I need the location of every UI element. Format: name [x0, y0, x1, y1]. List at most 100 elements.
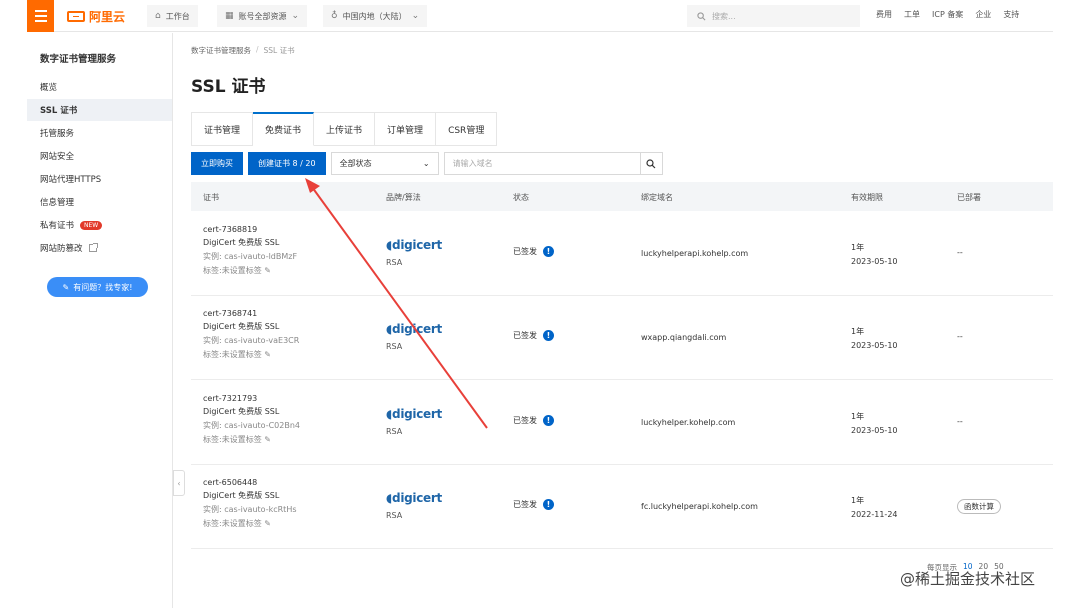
- region-dropdown[interactable]: ♁ 中国内地（大陆） ⌄: [323, 5, 428, 27]
- info-icon[interactable]: !: [543, 330, 554, 341]
- account-resources-label: 账号全部资源: [238, 11, 287, 21]
- chevron-down-icon: ⌄: [411, 11, 420, 21]
- deployed-cell: 函数计算: [957, 499, 1001, 514]
- breadcrumb-item[interactable]: 数字证书管理服务: [191, 45, 251, 56]
- cert-id[interactable]: cert-7368741: [203, 309, 299, 318]
- brand-name: digicert: [392, 238, 442, 252]
- sidebar-item-overview[interactable]: 概览: [27, 76, 172, 98]
- search-icon: [646, 158, 656, 168]
- ask-expert-button[interactable]: ✎ 有问题？找专家!: [47, 277, 148, 297]
- tab-free-cert[interactable]: 免费证书: [253, 112, 315, 146]
- status-cell: 已签发 !: [513, 246, 554, 257]
- cert-id[interactable]: cert-7368819: [203, 225, 297, 234]
- digicert-logo: ◖digicert: [386, 238, 442, 252]
- status-select[interactable]: 全部状态 ⌄: [330, 152, 439, 175]
- sidebar-item-label: 网站防篡改: [40, 244, 83, 254]
- menu-icon[interactable]: [27, 0, 54, 32]
- tab-order-management[interactable]: 订单管理: [375, 112, 437, 146]
- sidebar-item-label: 私有证书: [40, 221, 75, 231]
- col-header-validity: 有效期限: [851, 193, 883, 202]
- sidebar-item-info[interactable]: 信息管理: [27, 191, 172, 213]
- deployed-value: --: [957, 417, 963, 426]
- sidebar-item-label: 网站安全: [40, 152, 75, 162]
- info-icon[interactable]: !: [543, 499, 554, 510]
- search-placeholder: 搜索...: [712, 11, 736, 21]
- link-tickets[interactable]: 工单: [904, 9, 920, 20]
- sidebar-item-ssl-cert[interactable]: SSL 证书: [27, 99, 172, 121]
- cert-tag[interactable]: 标签:未设置标签 ✎: [203, 265, 297, 276]
- digicert-logo: ◖digicert: [386, 491, 442, 505]
- cert-instance: 实例: cas-ivauto-kcRtHs: [203, 505, 297, 514]
- algorithm: RSA: [386, 258, 403, 267]
- cert-cell: cert-7321793 DigiCert 免费版 SSL 实例: cas-iv…: [203, 394, 300, 445]
- deployed-tag[interactable]: 函数计算: [957, 499, 1001, 514]
- edit-icon[interactable]: ✎: [264, 266, 271, 275]
- domain-cell: fc.luckyhelperapi.kohelp.com: [641, 502, 758, 511]
- cert-tag[interactable]: 标签:未设置标签 ✎: [203, 434, 300, 445]
- edit-icon[interactable]: ✎: [264, 435, 271, 444]
- domain-search-button[interactable]: [640, 152, 663, 175]
- link-enterprise[interactable]: 企业: [975, 9, 991, 20]
- domain-cell: luckyhelper.kohelp.com: [641, 418, 736, 427]
- cert-id[interactable]: cert-6506448: [203, 478, 297, 487]
- top-links: 费用 工单 ICP 备案 企业 支持: [876, 9, 1019, 20]
- link-billing[interactable]: 费用: [876, 9, 892, 20]
- domain-cell: wxapp.qiangdali.com: [641, 333, 727, 342]
- info-icon[interactable]: !: [543, 415, 554, 426]
- chevron-down-icon: ⌄: [291, 11, 300, 21]
- cert-tag-label: 标签:未设置标签: [203, 435, 262, 444]
- status-text: 已签发: [513, 247, 537, 256]
- search-icon: [697, 11, 706, 20]
- sidebar-item-private-cert[interactable]: 私有证书 NEW: [27, 214, 172, 236]
- domain-cell: luckyhelperapi.kohelp.com: [641, 249, 749, 258]
- col-header-domain: 绑定域名: [641, 193, 673, 202]
- cert-id[interactable]: cert-7321793: [203, 394, 300, 403]
- cert-tag[interactable]: 标签:未设置标签 ✎: [203, 349, 299, 360]
- account-resources-dropdown[interactable]: ▦ 账号全部资源 ⌄: [217, 5, 308, 27]
- aliyun-logo[interactable]: 阿里云: [67, 8, 125, 25]
- tab-cert-management[interactable]: 证书管理: [191, 112, 254, 146]
- tab-upload-cert[interactable]: 上传证书: [314, 112, 376, 146]
- sidebar-item-anti-tamper[interactable]: 网站防篡改: [27, 237, 172, 259]
- status-cell: 已签发 !: [513, 415, 554, 426]
- sidebar-item-site-security[interactable]: 网站安全: [27, 145, 172, 167]
- deployed-cell: --: [957, 332, 963, 341]
- cert-tag[interactable]: 标签:未设置标签 ✎: [203, 518, 297, 529]
- table-row: cert-7368741 DigiCert 免费版 SSL 实例: cas-iv…: [191, 296, 1053, 380]
- global-search-input[interactable]: 搜索...: [687, 5, 860, 27]
- cert-tag-label: 标签:未设置标签: [203, 519, 262, 528]
- create-cert-button[interactable]: 创建证书 8 / 20: [248, 152, 326, 175]
- tab-bar: 证书管理 免费证书 上传证书 订单管理 CSR管理: [191, 112, 498, 146]
- col-header-status: 状态: [513, 193, 529, 202]
- sidebar-item-https-proxy[interactable]: 网站代理HTTPS: [27, 168, 172, 190]
- sidebar: 数字证书管理服务 概览 SSL 证书 托管服务 网站安全 网站代理HTTPS 信…: [27, 33, 173, 608]
- link-support[interactable]: 支持: [1003, 9, 1019, 20]
- workbench-label: 工作台: [165, 11, 190, 21]
- tab-csr-management[interactable]: CSR管理: [436, 112, 498, 146]
- domain-search-input[interactable]: 请输入域名: [443, 152, 641, 175]
- link-icp[interactable]: ICP 备案: [932, 9, 963, 20]
- digicert-logo: ◖digicert: [386, 322, 442, 336]
- collapse-sidebar-button[interactable]: ‹: [173, 470, 185, 496]
- status-cell: 已签发 !: [513, 330, 554, 341]
- validity-term: 1年: [851, 243, 865, 252]
- chevron-down-icon: ⌄: [422, 159, 430, 168]
- sidebar-item-managed[interactable]: 托管服务: [27, 122, 172, 144]
- edit-icon[interactable]: ✎: [264, 350, 271, 359]
- brand-name: digicert: [392, 407, 442, 421]
- chevron-left-icon: ‹: [177, 478, 181, 488]
- brand-cell: ◖digicert RSA: [386, 238, 442, 267]
- page-title: SSL 证书: [191, 77, 266, 97]
- status-select-value: 全部状态: [339, 159, 372, 168]
- cert-name: DigiCert 免费版 SSL: [203, 407, 280, 416]
- col-header-brand: 品牌/算法: [386, 193, 421, 202]
- breadcrumb-current: SSL 证书: [263, 46, 295, 55]
- cert-name: DigiCert 免费版 SSL: [203, 322, 280, 331]
- cert-cell: cert-7368819 DigiCert 免费版 SSL 实例: cas-iv…: [203, 225, 297, 276]
- status-text: 已签发: [513, 500, 537, 509]
- workbench-button[interactable]: ⌂ 工作台: [147, 5, 198, 27]
- buy-now-button[interactable]: 立即购买: [191, 152, 243, 175]
- edit-icon[interactable]: ✎: [264, 519, 271, 528]
- aliyun-logo-mark: [67, 11, 85, 22]
- info-icon[interactable]: !: [543, 246, 554, 257]
